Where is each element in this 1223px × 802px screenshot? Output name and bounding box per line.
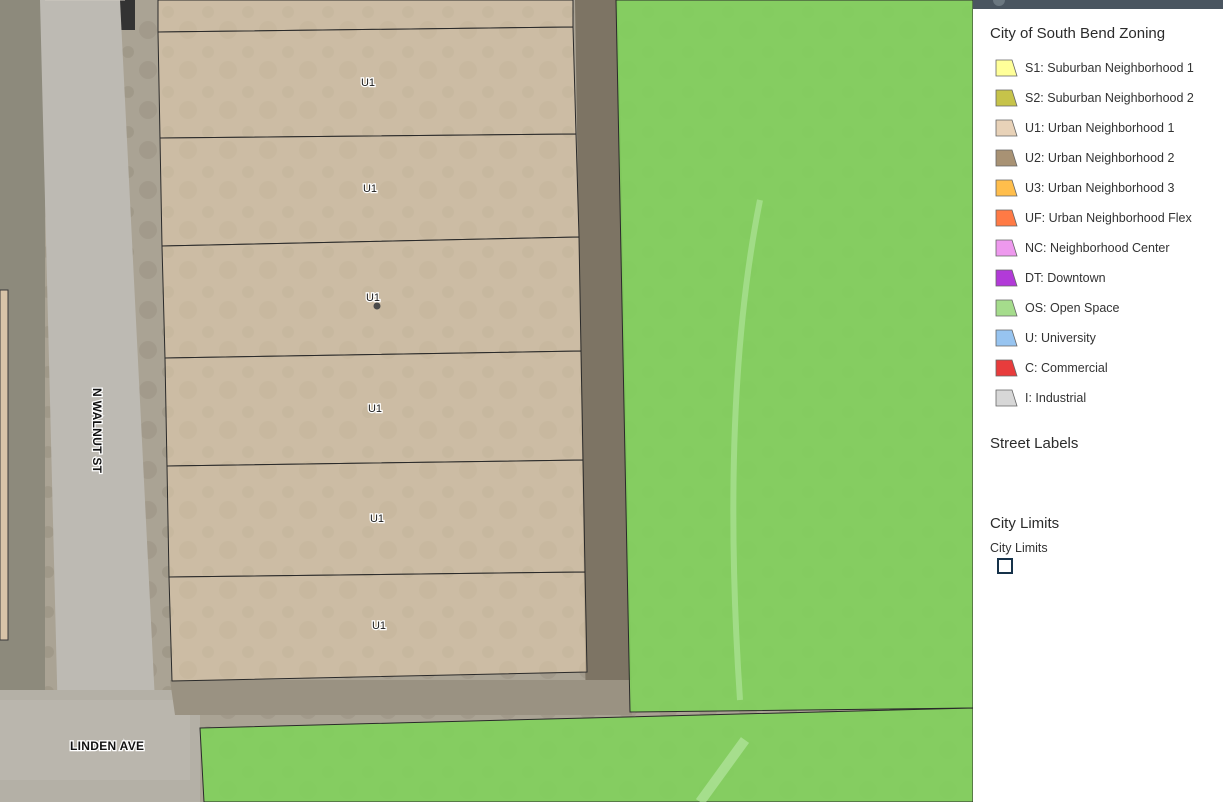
map-canvas[interactable]: U1 U1 U1 U1 U1 U1 N WALNUT ST LINDEN AVE xyxy=(0,0,973,802)
polygon-swatch-icon xyxy=(995,299,1018,317)
left-parcel-edge xyxy=(0,289,9,641)
parcel-zoning-label: U1 xyxy=(372,620,386,632)
app: U1 U1 U1 U1 U1 U1 N WALNUT ST LINDEN AVE City… xyxy=(0,0,1223,802)
legend-item-label: U: University xyxy=(1025,331,1096,345)
legend-item-label: S2: Suburban Neighborhood 2 xyxy=(1025,91,1194,105)
parcel-zoning-label: U1 xyxy=(370,513,384,525)
polygon-swatch-icon xyxy=(995,119,1018,137)
legend-item-label: I: Industrial xyxy=(1025,391,1087,405)
parcel-zoning-label: U1 xyxy=(361,77,375,89)
city-limits-sublabel: City Limits xyxy=(990,541,1048,555)
city-limits-title: City Limits xyxy=(990,515,1060,532)
polygon-swatch-icon xyxy=(995,179,1018,197)
legend-item-label: DT: Downtown xyxy=(1025,271,1106,285)
legend-item-label: OS: Open Space xyxy=(1025,301,1120,315)
legend-item: DT: Downtown xyxy=(990,265,1106,291)
legend-header-bar xyxy=(973,0,1223,9)
u1-parcels: U1 U1 U1 U1 U1 U1 xyxy=(157,0,588,682)
legend-item: NC: Neighborhood Center xyxy=(990,235,1170,261)
legend-item: OS: Open Space xyxy=(990,295,1120,321)
parcel-zoning-label: U1 xyxy=(366,292,380,304)
parcel-zoning-label: U1 xyxy=(363,183,377,195)
polygon-swatch-icon xyxy=(995,59,1018,77)
parcel-zoning-label: U1 xyxy=(368,403,382,415)
legend-item: I: Industrial xyxy=(990,385,1086,411)
zoning-layer-title: City of South Bend Zoning xyxy=(990,25,1166,42)
legend-item-label: S1: Suburban Neighborhood 1 xyxy=(1025,61,1194,75)
street-label-walnut: N WALNUT ST xyxy=(90,388,104,474)
legend-item: S2: Suburban Neighborhood 2 xyxy=(990,85,1194,111)
alley xyxy=(170,680,632,715)
legend-item-label: U1: Urban Neighborhood 1 xyxy=(1025,121,1175,135)
legend-item: U: University xyxy=(990,325,1096,351)
polygon-swatch-icon xyxy=(995,329,1018,347)
u1-parcel[interactable] xyxy=(157,0,574,33)
legend-item: U3: Urban Neighborhood 3 xyxy=(990,175,1174,201)
polygon-swatch-icon xyxy=(995,239,1018,257)
legend-item: UF: Urban Neighborhood Flex xyxy=(990,205,1192,231)
legend-item-label: C: Commercial xyxy=(1025,361,1108,375)
polygon-swatch-icon xyxy=(995,359,1018,377)
legend-item: S1: Suburban Neighborhood 1 xyxy=(990,55,1194,81)
legend-item: U2: Urban Neighborhood 2 xyxy=(990,145,1174,171)
location-marker[interactable] xyxy=(373,302,381,310)
legend-handle-icon[interactable] xyxy=(993,0,1005,6)
legend-item-label: U2: Urban Neighborhood 2 xyxy=(1025,151,1175,165)
legend-item-label: NC: Neighborhood Center xyxy=(1025,241,1170,255)
polygon-swatch-icon xyxy=(995,89,1018,107)
street-label-linden: LINDEN AVE xyxy=(70,739,144,753)
legend-item: U1: Urban Neighborhood 1 xyxy=(990,115,1174,141)
legend-panel: City of South Bend Zoning S1: Suburban N… xyxy=(973,0,1223,802)
polygon-swatch-icon xyxy=(995,389,1018,407)
street-labels-title: Street Labels xyxy=(990,435,1079,452)
legend-item-label: UF: Urban Neighborhood Flex xyxy=(1025,211,1192,225)
polygon-swatch-icon xyxy=(995,149,1018,167)
legend-item-label: U3: Urban Neighborhood 3 xyxy=(1025,181,1175,195)
city-limits-swatch-icon xyxy=(997,558,1013,574)
polygon-swatch-icon xyxy=(995,209,1018,227)
map-view[interactable]: U1 U1 U1 U1 U1 U1 N WALNUT ST LINDEN AVE xyxy=(0,0,973,802)
legend-item: C: Commercial xyxy=(990,355,1108,381)
polygon-swatch-icon xyxy=(995,269,1018,287)
open-space-parcel-east[interactable] xyxy=(615,0,973,713)
